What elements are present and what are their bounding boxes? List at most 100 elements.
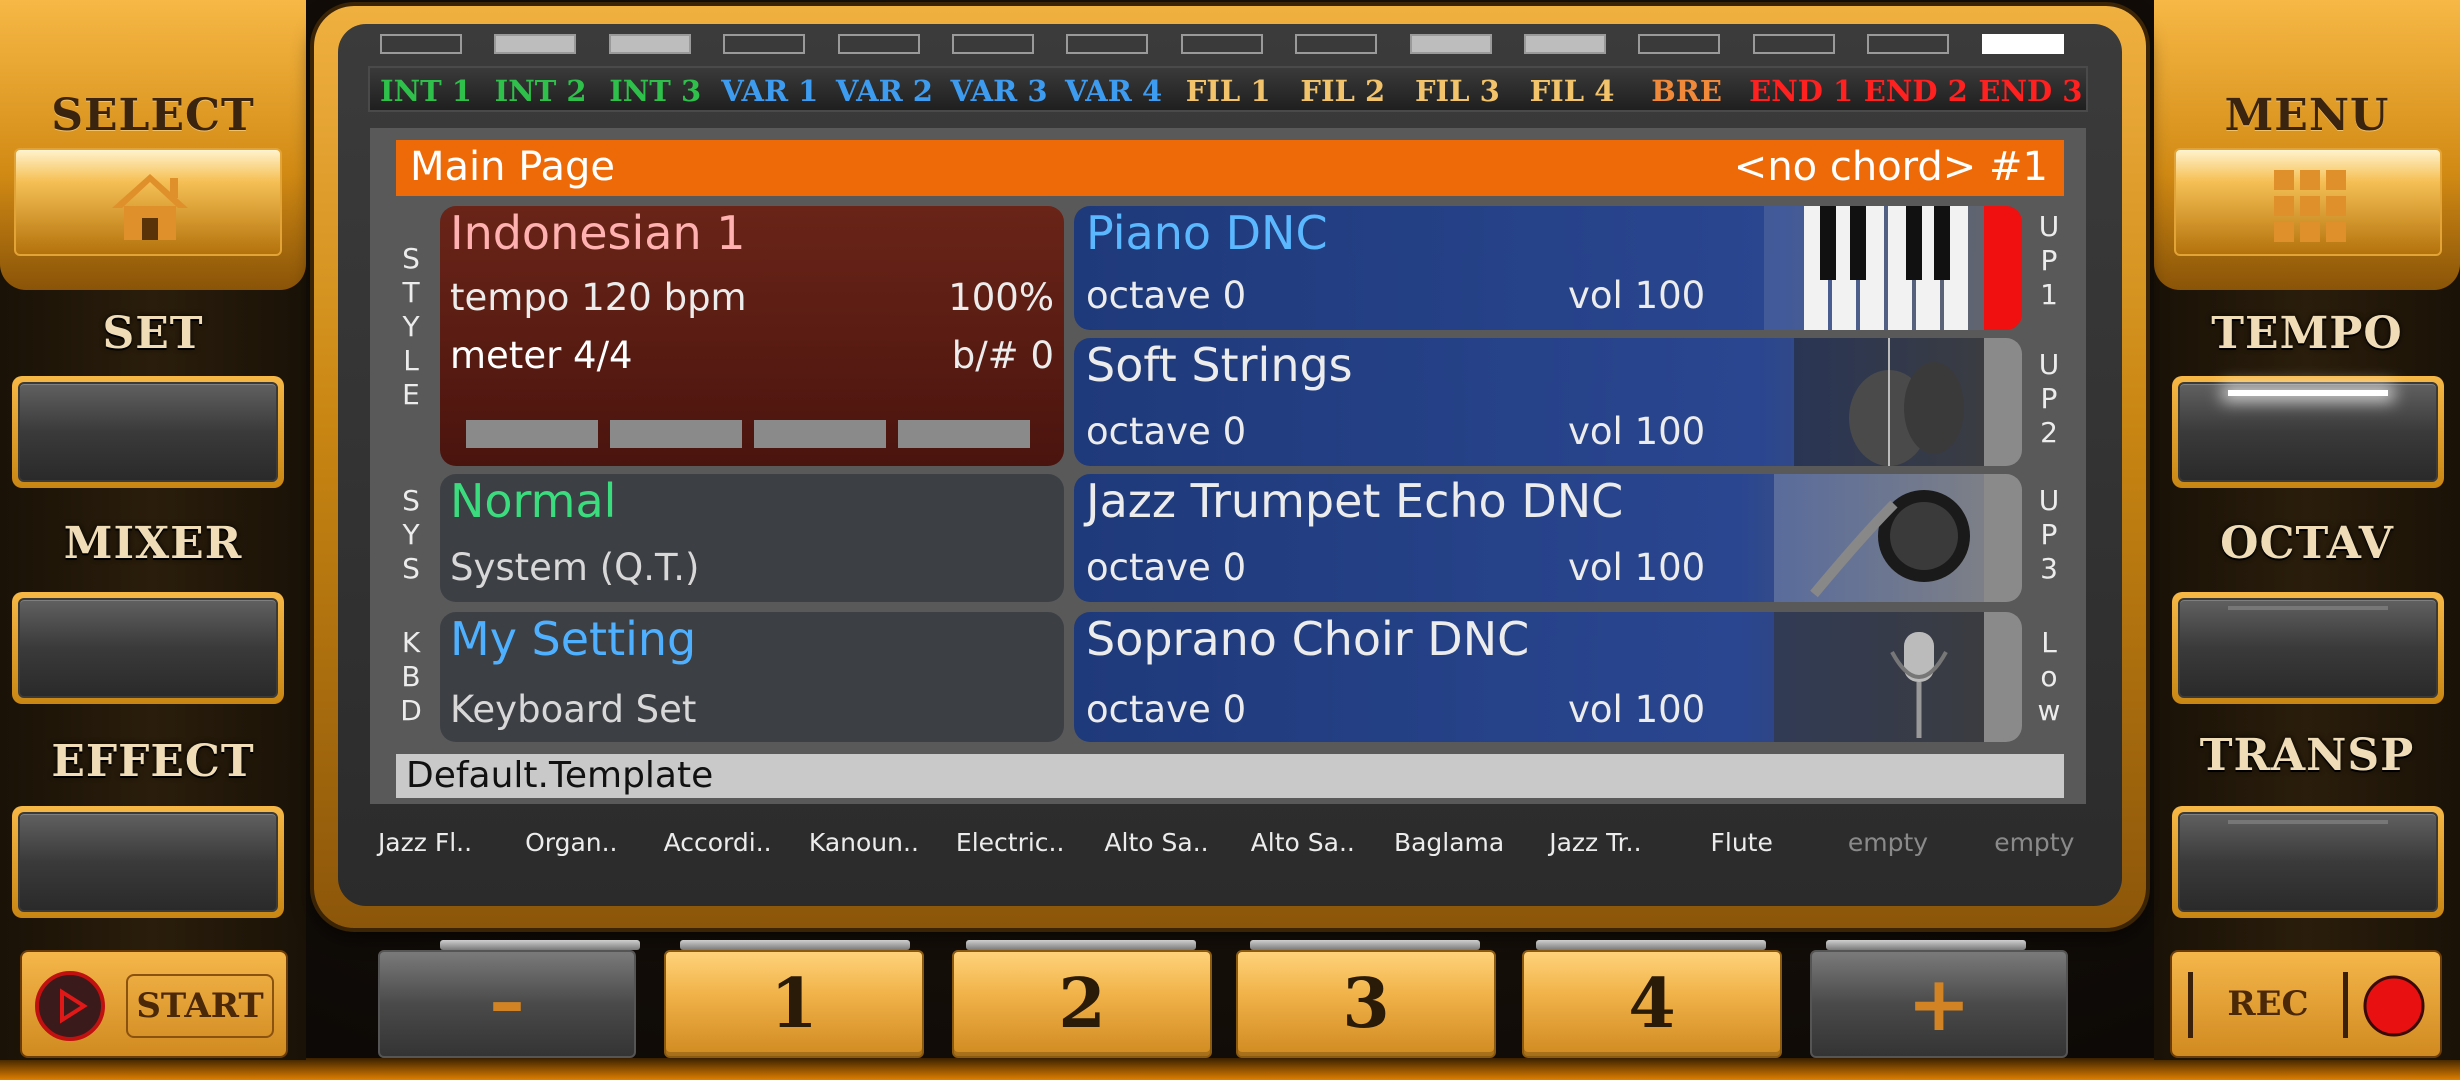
voice-shortcut-button[interactable]: Jazz Tr..: [1522, 828, 1668, 857]
beat-indicator-1: [466, 420, 598, 448]
home-icon: [112, 174, 188, 240]
menu-button[interactable]: [2174, 148, 2442, 256]
voice-shortcut-button[interactable]: Alto Sa..: [1230, 828, 1376, 857]
section-button-fil-3[interactable]: FIL 3: [1401, 74, 1513, 108]
piano-keys-icon: [1764, 206, 1984, 330]
select-button[interactable]: [14, 148, 282, 256]
voice-volume: vol 100: [1568, 546, 1706, 589]
section-light: [723, 34, 806, 54]
section-button-end-2[interactable]: END 2: [1860, 74, 1972, 108]
select-label: SELECT: [51, 90, 255, 141]
voice-shortcut-button[interactable]: Baglama: [1376, 828, 1522, 857]
mixer-label: MIXER: [63, 518, 243, 569]
section-button-var-1[interactable]: VAR 1: [714, 74, 826, 108]
btn1-highlight: [680, 940, 910, 950]
octav-button[interactable]: [2178, 598, 2438, 698]
voice-shortcut-button[interactable]: Electric..: [937, 828, 1083, 857]
voice-shortcut-button[interactable]: Jazz Fl..: [352, 828, 498, 857]
style-panel[interactable]: Indonesian 1 tempo 120 bpm 100% meter 4/…: [440, 206, 1064, 466]
variation-1-button[interactable]: 1: [664, 950, 924, 1058]
voice-shortcut-button[interactable]: Accordi..: [645, 828, 791, 857]
voice-octave: octave 0: [1086, 274, 1247, 317]
section-button-end-3[interactable]: END 3: [1974, 74, 2086, 108]
section-button-end-1[interactable]: END 1: [1745, 74, 1857, 108]
voice-panel-up1[interactable]: Piano DNC octave 0 vol 100: [1074, 206, 2022, 330]
section-button-int-2[interactable]: INT 2: [485, 74, 597, 108]
section-light: [494, 34, 577, 54]
voice-active-marker: [1984, 206, 2022, 330]
section-light: [1638, 34, 1721, 54]
title-bar: Main Page <no chord> #1: [396, 140, 2064, 196]
effect-button[interactable]: [18, 812, 278, 912]
btn2-highlight: [966, 940, 1196, 950]
section-light: [1295, 34, 1378, 54]
variation-3-button[interactable]: 3: [1236, 950, 1496, 1058]
set-button[interactable]: [18, 382, 278, 482]
variation-4-button[interactable]: 4: [1522, 950, 1782, 1058]
voice-shortcut-button[interactable]: Flute: [1669, 828, 1815, 857]
octav-indicator: [2228, 606, 2388, 610]
transp-button[interactable]: [2178, 812, 2438, 912]
effect-label: EFFECT: [51, 736, 255, 787]
voice-panel-up3[interactable]: Jazz Trumpet Echo DNC octave 0 vol 100: [1074, 474, 2022, 602]
voice-octave: octave 0: [1086, 688, 1247, 731]
voice-name: Soft Strings: [1086, 338, 1353, 392]
transp-indicator: [2228, 820, 2388, 824]
style-tempo-percent: 100%: [948, 276, 1054, 319]
voice-marker: [1984, 474, 2022, 602]
sys-panel[interactable]: Normal System (Q.T.): [440, 474, 1064, 602]
plus-label: +: [1907, 959, 1971, 1048]
voice-shortcut-button[interactable]: empty: [1961, 828, 2107, 857]
start-button[interactable]: START: [20, 950, 288, 1058]
voice-octave: octave 0: [1086, 546, 1247, 589]
minus-highlight: [440, 940, 640, 950]
beat-indicator-3: [754, 420, 886, 448]
mixer-button[interactable]: [18, 598, 278, 698]
kbd-name: My Setting: [450, 612, 697, 666]
set-label: SET: [102, 308, 204, 359]
section-button-fil-4[interactable]: FIL 4: [1516, 74, 1628, 108]
section-light: [1867, 34, 1950, 54]
kbd-panel[interactable]: My Setting Keyboard Set: [440, 612, 1064, 742]
voice-shortcut-button[interactable]: empty: [1815, 828, 1961, 857]
style-name: Indonesian 1: [450, 206, 746, 260]
voice-volume: vol 100: [1568, 410, 1706, 453]
section-button-int-3[interactable]: INT 3: [599, 74, 711, 108]
voice-volume: vol 100: [1568, 274, 1706, 317]
section-light: [608, 34, 691, 54]
tempo-button[interactable]: [2178, 382, 2438, 482]
left-panel: SELECT SET MIXER EFFECT: [0, 0, 306, 1060]
section-button-var-4[interactable]: VAR 4: [1058, 74, 1170, 108]
voice-octave: octave 0: [1086, 410, 1247, 453]
transp-label: TRANSP: [2199, 730, 2415, 781]
sys-name: Normal: [450, 474, 617, 528]
plus-button[interactable]: +: [1810, 950, 2068, 1058]
voice-shortcut-button[interactable]: Kanoun..: [791, 828, 937, 857]
section-button-fil-2[interactable]: FIL 2: [1287, 74, 1399, 108]
menu-label: MENU: [2224, 90, 2390, 141]
style-meter: meter 4/4: [450, 334, 633, 377]
grid-icon: [2274, 170, 2346, 242]
style-tempo: tempo 120 bpm: [450, 276, 747, 319]
voice-name: Piano DNC: [1086, 206, 1328, 260]
minus-button[interactable]: –: [378, 950, 636, 1058]
rec-button[interactable]: REC: [2170, 950, 2442, 1058]
voice-panel-low[interactable]: Soprano Choir DNC octave 0 vol 100: [1074, 612, 2022, 742]
section-button-int-1[interactable]: INT 1: [370, 74, 482, 108]
section-button-var-2[interactable]: VAR 2: [828, 74, 940, 108]
section-button-fil-1[interactable]: FIL 1: [1172, 74, 1284, 108]
record-dot-icon: [2363, 975, 2425, 1037]
section-button-var-3[interactable]: VAR 3: [943, 74, 1055, 108]
section-light: [1409, 34, 1492, 54]
template-bar[interactable]: Default.Template: [396, 754, 2064, 798]
section-light: [1981, 34, 2064, 54]
section-light: [1180, 34, 1263, 54]
variation-2-button[interactable]: 2: [952, 950, 1212, 1058]
voice-panel-up2[interactable]: Soft Strings octave 0 vol 100: [1074, 338, 2022, 466]
voice-shortcut-button[interactable]: Organ..: [498, 828, 644, 857]
section-button-bre[interactable]: BRE: [1631, 74, 1743, 108]
voice-shortcut-button[interactable]: Alto Sa..: [1084, 828, 1230, 857]
section-light: [837, 34, 920, 54]
section-light: [1752, 34, 1835, 54]
voice-name: Jazz Trumpet Echo DNC: [1086, 474, 1624, 528]
